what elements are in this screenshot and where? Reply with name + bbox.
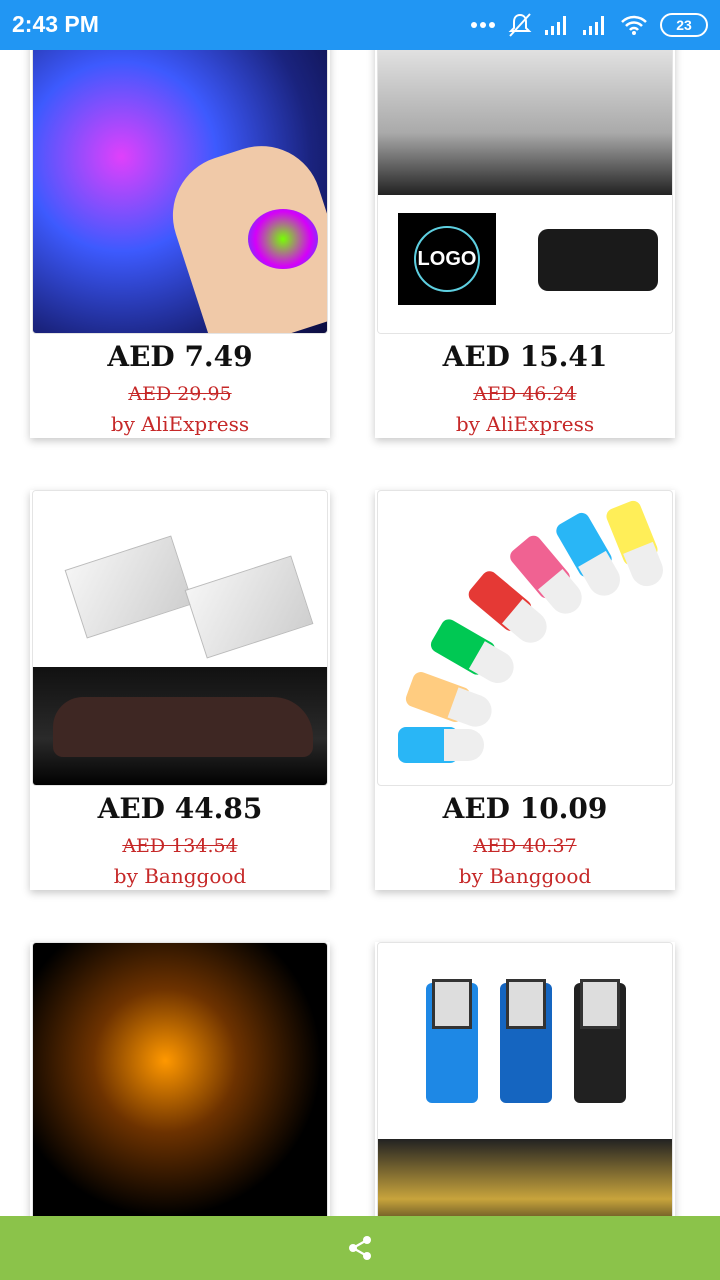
product-image[interactable]: LOGO xyxy=(377,38,673,334)
bulb-graphic xyxy=(403,669,497,732)
product-card[interactable]: AED 7.49 AED 29.95 by AliExpress xyxy=(30,38,330,438)
signal-icon xyxy=(583,16,604,35)
bell-off-icon xyxy=(508,13,532,37)
light-unit xyxy=(64,535,194,639)
logo-projection: LOGO xyxy=(398,213,496,305)
courtesy-light-photo xyxy=(33,491,327,667)
seller-label: by Banggood xyxy=(458,864,592,888)
car-door-photo xyxy=(378,39,672,195)
product-card[interactable]: LOGO AED 15.41 AED 46.24 by AliExpress xyxy=(375,38,675,438)
seller-label: by AliExpress xyxy=(455,412,595,436)
light-unit xyxy=(184,555,314,659)
product-card[interactable]: AED 44.85 AED 134.54 by Banggood xyxy=(30,490,330,890)
status-icons: 23 xyxy=(470,12,708,38)
status-bar: 2:43 PM 23 xyxy=(0,0,720,50)
seller-label: by AliExpress xyxy=(110,412,250,436)
original-price: AED 40.37 xyxy=(473,835,577,857)
product-price: AED 15.41 xyxy=(442,340,608,373)
product-image[interactable] xyxy=(32,38,328,334)
product-price: AED 10.09 xyxy=(442,792,608,825)
party-light-graphic xyxy=(248,209,318,269)
projector-photo: LOGO xyxy=(378,195,672,333)
signal-icon xyxy=(545,16,566,35)
bulb-graphic xyxy=(465,567,554,650)
product-image[interactable] xyxy=(32,942,328,1238)
more-dots-icon xyxy=(471,22,495,28)
original-price: AED 29.95 xyxy=(128,383,232,405)
seller-label: by Banggood xyxy=(113,864,247,888)
logo-text: LOGO xyxy=(414,226,480,292)
product-price: AED 7.49 xyxy=(107,340,253,373)
product-card[interactable] xyxy=(30,942,330,1242)
product-image[interactable] xyxy=(32,490,328,786)
product-card[interactable]: AED 10.09 AED 40.37 by Banggood xyxy=(375,490,675,890)
bulb-graphic xyxy=(574,979,626,1103)
bulb-graphic xyxy=(604,498,668,591)
product-price: AED 44.85 xyxy=(97,792,263,825)
bulb-graphic xyxy=(426,979,478,1103)
product-image[interactable] xyxy=(377,942,673,1238)
bulb-graphic xyxy=(500,979,552,1103)
bottom-bar xyxy=(0,1216,720,1280)
projector-device xyxy=(538,229,658,291)
product-image[interactable] xyxy=(377,490,673,786)
clock: 2:43 PM xyxy=(12,11,99,37)
t10-bulbs-photo xyxy=(378,943,672,1139)
share-icon[interactable] xyxy=(346,1234,374,1262)
battery-icon: 23 xyxy=(660,13,708,37)
bulb-graphic xyxy=(398,727,484,763)
car-graphic xyxy=(53,697,313,757)
bulb-graphic xyxy=(428,616,520,689)
wifi-icon xyxy=(621,15,647,35)
product-card[interactable] xyxy=(375,942,675,1242)
original-price: AED 46.24 xyxy=(473,383,577,405)
original-price: AED 134.54 xyxy=(122,835,238,857)
car-night-photo xyxy=(33,667,327,785)
